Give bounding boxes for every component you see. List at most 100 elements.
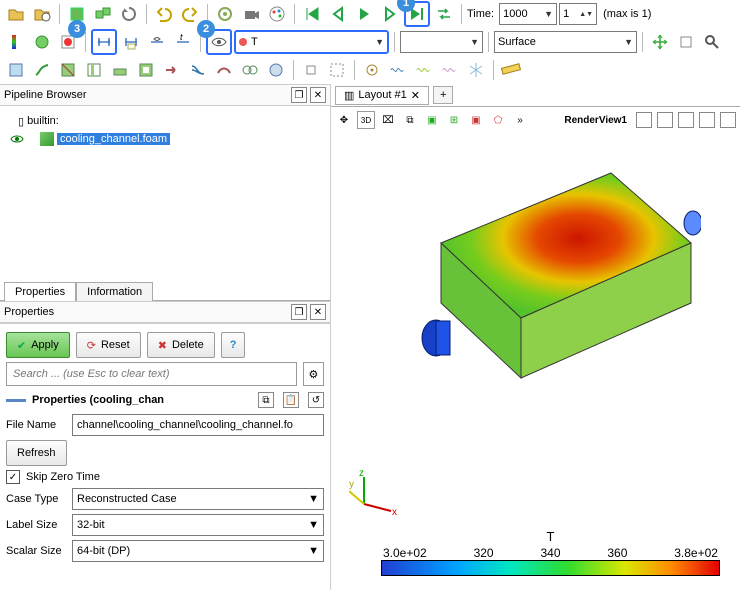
sel-pts-icon[interactable]: ⊞ xyxy=(445,111,463,129)
properties-header: Properties ❐ ✕ xyxy=(0,301,330,323)
prev-frame-icon[interactable] xyxy=(326,2,350,26)
close-view-icon[interactable] xyxy=(720,112,736,128)
toolbar-repr: 3 t 2 T▼ ▼ Surface▼ xyxy=(0,28,740,56)
time-value-combo[interactable]: 1000▼ xyxy=(499,3,557,25)
first-frame-icon[interactable] xyxy=(300,2,324,26)
contour-icon[interactable] xyxy=(30,58,54,82)
palette-icon[interactable] xyxy=(265,2,289,26)
view-toolbar: ✥ 3D ⌧ ⧉ ▣ ⊞ ▣ ⬠ » RenderView1 xyxy=(331,107,740,133)
split-v-icon[interactable] xyxy=(657,112,673,128)
last-frame-button[interactable]: 1 xyxy=(404,1,430,27)
field-combo[interactable]: T▼ xyxy=(234,30,389,54)
magnifier-icon[interactable] xyxy=(700,30,724,54)
select-arrows-icon[interactable] xyxy=(648,30,672,54)
close-icon[interactable]: ✕ xyxy=(310,87,326,103)
pipeline-tree[interactable]: ▯builtin: cooling_channel.foam xyxy=(0,106,330,278)
visibility-icon[interactable] xyxy=(10,132,24,146)
camera1-icon[interactable]: ⌧ xyxy=(379,111,397,129)
slice-icon[interactable] xyxy=(82,58,106,82)
badge-3: 3 xyxy=(68,20,86,38)
copy-icon[interactable]: ⧉ xyxy=(258,392,274,408)
reset-sect-icon[interactable]: ↺ xyxy=(308,392,324,408)
undock-icon[interactable]: ❐ xyxy=(291,87,307,103)
split-h-icon[interactable] xyxy=(636,112,652,128)
target-icon[interactable] xyxy=(213,2,237,26)
properties-section[interactable]: Properties (cooling_chan ⧉ 📋 ↺ xyxy=(6,392,324,408)
group-icon[interactable] xyxy=(238,58,262,82)
extract-icon[interactable] xyxy=(134,58,158,82)
layout-add[interactable]: + xyxy=(433,86,453,104)
play-icon[interactable] xyxy=(352,2,376,26)
tab-information[interactable]: Information xyxy=(76,282,153,301)
probe-icon[interactable] xyxy=(360,58,384,82)
glyph-icon[interactable] xyxy=(160,58,184,82)
stream-icon[interactable] xyxy=(186,58,210,82)
snow-icon[interactable] xyxy=(464,58,488,82)
source-icon xyxy=(40,132,54,146)
search-input[interactable]: Search ... (use Esc to clear text) xyxy=(6,362,297,386)
sel-cell-icon[interactable]: ▣ xyxy=(467,111,485,129)
wave3-icon[interactable] xyxy=(438,58,462,82)
clip-icon[interactable] xyxy=(56,58,80,82)
delete-button[interactable]: ✖Delete xyxy=(147,332,215,358)
reload-icon[interactable] xyxy=(117,2,141,26)
left-panel: Pipeline Browser ❐ ✕ ▯builtin: cooling_c… xyxy=(0,84,330,590)
cube-bounds-icon[interactable] xyxy=(674,30,698,54)
representation-combo[interactable]: Surface▼ xyxy=(494,31,637,53)
properties-panel: ✔Apply ⟳Reset ✖Delete ? Search ... (use … xyxy=(0,323,330,570)
axis-box-icon[interactable] xyxy=(299,58,323,82)
help-button[interactable]: ? xyxy=(221,332,246,358)
reset-button[interactable]: ⟳Reset xyxy=(76,332,141,358)
tree-root[interactable]: ▯builtin: xyxy=(18,112,324,130)
select-cell-icon[interactable] xyxy=(325,58,349,82)
sel-poly-icon[interactable]: ⬠ xyxy=(489,111,507,129)
apply-button[interactable]: ✔Apply xyxy=(6,332,70,358)
refresh-button[interactable]: Refresh xyxy=(6,440,67,466)
camera-icon[interactable] xyxy=(239,2,263,26)
sphere-icon[interactable] xyxy=(30,30,54,54)
tree-file-label[interactable]: cooling_channel.foam xyxy=(57,133,170,145)
time-frame-spin[interactable]: 1▲▼ xyxy=(559,3,597,25)
sel-on-icon[interactable]: ▣ xyxy=(423,111,441,129)
tab-properties[interactable]: Properties xyxy=(4,282,76,301)
filename-field[interactable]: channel\cooling_channel\cooling_channel.… xyxy=(72,414,324,436)
labelsize-field[interactable]: 32-bit▼ xyxy=(72,514,324,536)
wave2-icon[interactable] xyxy=(412,58,436,82)
component-combo[interactable]: ▼ xyxy=(400,31,483,53)
warp-icon[interactable] xyxy=(212,58,236,82)
ruler-icon[interactable] xyxy=(499,58,523,82)
render-canvas[interactable]: z x y T 3.0e+02 320 340 360 3.8e+02 xyxy=(331,133,740,590)
rescale-time-icon[interactable]: t xyxy=(171,30,195,54)
scalarsize-field[interactable]: 64-bit (DP)▼ xyxy=(72,540,324,562)
maximize-icon[interactable] xyxy=(678,112,694,128)
rescale-custom-icon[interactable] xyxy=(119,30,143,54)
paste-icon[interactable]: 📋 xyxy=(283,392,299,408)
threshold-icon[interactable] xyxy=(108,58,132,82)
mode-3d[interactable]: 3D xyxy=(357,111,375,129)
labelsize-label: Label Size xyxy=(6,519,66,531)
props-undock-icon[interactable]: ❐ xyxy=(291,304,307,320)
undo-icon[interactable] xyxy=(152,2,176,26)
tree-file[interactable]: cooling_channel.foam xyxy=(10,130,324,148)
open-icon[interactable] xyxy=(4,2,28,26)
colorbar-icon[interactable] xyxy=(4,30,28,54)
camera2-icon[interactable]: ⧉ xyxy=(401,111,419,129)
props-close-icon[interactable]: ✕ xyxy=(310,304,326,320)
axis-triad: z x y xyxy=(349,469,399,522)
casetype-field[interactable]: Reconstructed Case▼ xyxy=(72,488,324,510)
boxes-icon[interactable] xyxy=(91,2,115,26)
level-icon[interactable] xyxy=(264,58,288,82)
pick-icon[interactable]: ✥ xyxy=(335,111,353,129)
restore-icon[interactable] xyxy=(699,112,715,128)
loop-icon[interactable] xyxy=(432,2,456,26)
model-3d xyxy=(401,153,701,413)
rescale-range-button[interactable] xyxy=(91,29,117,55)
wave1-icon[interactable] xyxy=(386,58,410,82)
rescale-visible-icon[interactable] xyxy=(145,30,169,54)
skip-zero-checkbox[interactable]: ✓ Skip Zero Time xyxy=(6,470,324,484)
open-recent-icon[interactable] xyxy=(30,2,54,26)
layout-tab[interactable]: ▥ Layout #1 ✕ xyxy=(335,86,429,105)
more-icon[interactable]: » xyxy=(511,111,529,129)
settings-gear-icon[interactable]: ⚙ xyxy=(303,362,324,386)
calc-icon[interactable] xyxy=(4,58,28,82)
